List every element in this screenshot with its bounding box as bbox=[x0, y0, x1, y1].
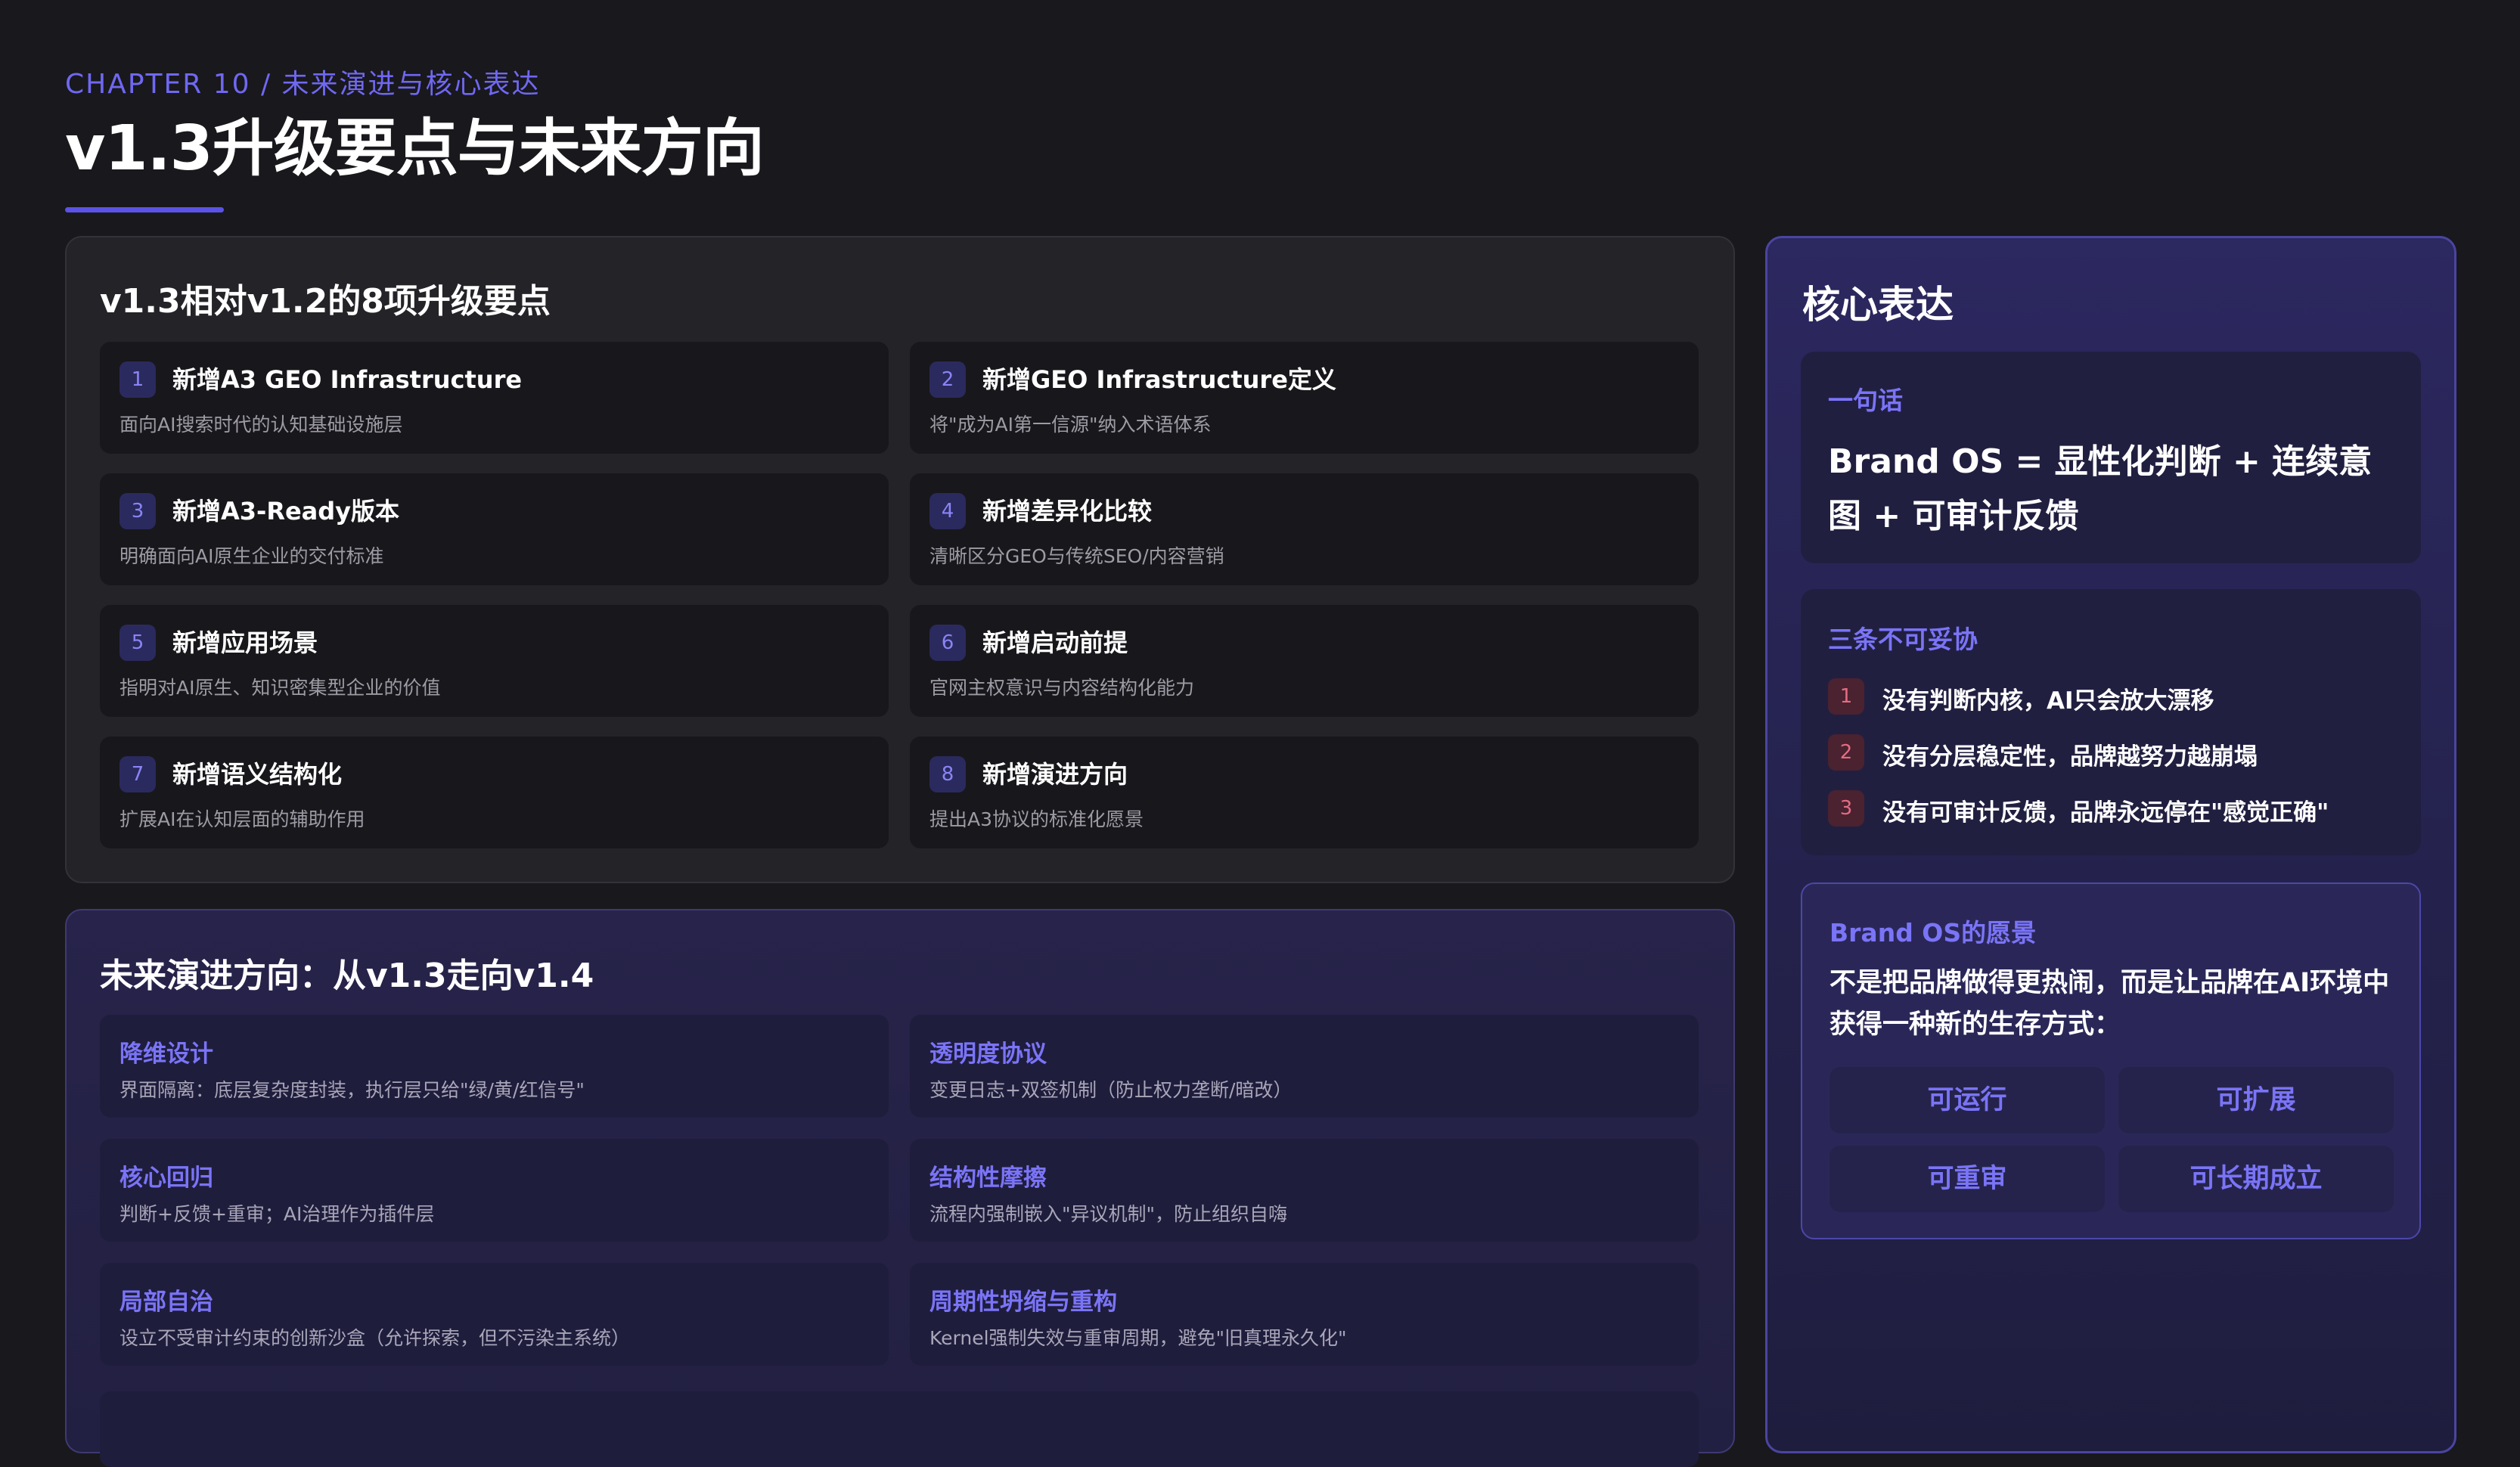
number-badge: 6 bbox=[929, 625, 966, 661]
upgrade-desc: 将"成为AI第一信源"纳入术语体系 bbox=[929, 414, 1212, 436]
vision-label: Brand OS的愿景 bbox=[1829, 918, 2037, 948]
future-item-title: 核心回归 bbox=[119, 1165, 213, 1192]
upgrade-card-7: 7 新增语义结构化 扩展AI在认知层面的辅助作用 bbox=[100, 737, 889, 848]
upgrade-desc: 清晰区分GEO与传统SEO/内容营销 bbox=[929, 545, 1224, 567]
vision-text: 不是把品牌做得更热闹，而是让品牌在AI环境中获得一种新的生存方式： bbox=[1829, 968, 2390, 1040]
future-item-desc: 界面隔离：底层复杂度封装，执行层只给"绿/黄/红信号" bbox=[119, 1079, 585, 1101]
upgrade-title: 新增启动前提 bbox=[982, 628, 1128, 657]
brand-os-formula: Brand OS = 显性化判断 + 连续意图 + 可审计反馈 bbox=[1828, 442, 2373, 535]
future-item-desc: Kernel强制失效与重审周期，避免"旧真理永久化" bbox=[929, 1327, 1347, 1349]
upgrades-panel: v1.3相对v1.2的8项升级要点 1 新增A3 GEO Infrastruct… bbox=[65, 236, 1735, 883]
chapter-label: CHAPTER 10 / 未来演进与核心表达 bbox=[65, 69, 541, 100]
page-header: CHAPTER 10 / 未来演进与核心表达 v1.3升级要点与未来方向 bbox=[65, 67, 765, 212]
upgrades-title: v1.3相对v1.2的8项升级要点 bbox=[100, 282, 551, 321]
core-panel: 核心表达 一句话 Brand OS = 显性化判断 + 连续意图 + 可审计反馈… bbox=[1765, 236, 2456, 1453]
future-card-2: 透明度协议 变更日志+双签机制（防止权力垄断/暗改） bbox=[910, 1015, 1699, 1118]
number-badge: 1 bbox=[1828, 678, 1864, 715]
future-panel: 未来演进方向：从v1.3走向v1.4 降维设计 界面隔离：底层复杂度封装，执行层… bbox=[65, 909, 1735, 1467]
future-card-3: 核心回归 判断+反馈+重审；AI治理作为插件层 bbox=[100, 1139, 889, 1242]
non-negotiable-text: 没有判断内核，AI只会放大漂移 bbox=[1882, 687, 2214, 715]
future-item-title: 周期性坍缩与重构 bbox=[929, 1289, 1117, 1316]
upgrade-title: 新增差异化比较 bbox=[982, 497, 1153, 526]
upgrade-desc: 指明对AI原生、知识密集型企业的价值 bbox=[119, 677, 441, 699]
future-item-desc: 设立不受审计约束的创新沙盒（允许探索，但不污染主系统） bbox=[119, 1327, 631, 1349]
non-negotiables-label: 三条不可妥协 bbox=[1828, 625, 1978, 654]
future-item-title: 结构性摩擦 bbox=[929, 1165, 1047, 1192]
one-liner-card: 一句话 Brand OS = 显性化判断 + 连续意图 + 可审计反馈 bbox=[1801, 352, 2421, 563]
number-badge: 3 bbox=[119, 493, 156, 529]
upgrade-card-2: 2 新增GEO Infrastructure定义 将"成为AI第一信源"纳入术语… bbox=[910, 342, 1699, 454]
title-underline bbox=[65, 207, 224, 212]
upgrade-title: 新增语义结构化 bbox=[172, 760, 343, 789]
upgrade-title: 新增演进方向 bbox=[982, 760, 1128, 789]
upgrades-grid: 1 新增A3 GEO Infrastructure 面向AI搜索时代的认知基础设… bbox=[100, 342, 1699, 868]
upgrade-desc: 官网主权意识与内容结构化能力 bbox=[929, 677, 1195, 699]
number-badge: 8 bbox=[929, 756, 966, 792]
number-badge: 2 bbox=[1828, 734, 1864, 771]
upgrade-desc: 面向AI搜索时代的认知基础设施层 bbox=[119, 414, 403, 436]
upgrade-desc: 扩展AI在认知层面的辅助作用 bbox=[119, 808, 365, 830]
number-badge: 2 bbox=[929, 361, 966, 398]
future-item-desc: 判断+反馈+重审；AI治理作为插件层 bbox=[119, 1203, 435, 1225]
pill-long-term: 可长期成立 bbox=[2118, 1146, 2394, 1212]
upgrade-card-4: 4 新增差异化比较 清晰区分GEO与传统SEO/内容营销 bbox=[910, 473, 1699, 585]
upgrade-card-1: 1 新增A3 GEO Infrastructure 面向AI搜索时代的认知基础设… bbox=[100, 342, 889, 454]
upgrade-desc: 提出A3协议的标准化愿景 bbox=[929, 808, 1144, 830]
upgrade-title: 新增A3 GEO Infrastructure bbox=[172, 365, 523, 394]
future-card-5: 局部自治 设立不受审计约束的创新沙盒（允许探索，但不污染主系统） bbox=[100, 1263, 889, 1366]
number-badge: 4 bbox=[929, 493, 966, 529]
upgrade-desc: 明确面向AI原生企业的交付标准 bbox=[119, 545, 384, 567]
upgrade-card-6: 6 新增启动前提 官网主权意识与内容结构化能力 bbox=[910, 605, 1699, 717]
future-card-partial bbox=[100, 1391, 1699, 1467]
upgrade-card-3: 3 新增A3-Ready版本 明确面向AI原生企业的交付标准 bbox=[100, 473, 889, 585]
future-grid: 降维设计 界面隔离：底层复杂度封装，执行层只给"绿/黄/红信号" 透明度协议 变… bbox=[100, 1015, 1699, 1387]
future-card-6: 周期性坍缩与重构 Kernel强制失效与重审周期，避免"旧真理永久化" bbox=[910, 1263, 1699, 1366]
future-title: 未来演进方向：从v1.3走向v1.4 bbox=[100, 957, 594, 995]
upgrade-title: 新增应用场景 bbox=[172, 628, 318, 657]
future-item-title: 局部自治 bbox=[119, 1289, 213, 1316]
one-liner-label: 一句话 bbox=[1828, 386, 1903, 415]
number-badge: 1 bbox=[119, 361, 156, 398]
upgrade-card-8: 8 新增演进方向 提出A3协议的标准化愿景 bbox=[910, 737, 1699, 848]
pill-scalable: 可扩展 bbox=[2118, 1067, 2394, 1134]
non-negotiables-card: 三条不可妥协 1 没有判断内核，AI只会放大漂移 2 没有分层稳定性，品牌越努力… bbox=[1801, 589, 2421, 855]
number-badge: 5 bbox=[119, 625, 156, 661]
number-badge: 3 bbox=[1828, 790, 1864, 827]
page-title: v1.3升级要点与未来方向 bbox=[65, 113, 765, 185]
future-item-title: 降维设计 bbox=[119, 1041, 213, 1068]
future-card-4: 结构性摩擦 流程内强制嵌入"异议机制"，防止组织自嗨 bbox=[910, 1139, 1699, 1242]
future-card-1: 降维设计 界面隔离：底层复杂度封装，执行层只给"绿/黄/红信号" bbox=[100, 1015, 889, 1118]
vision-card: Brand OS的愿景 不是把品牌做得更热闹，而是让品牌在AI环境中获得一种新的… bbox=[1801, 882, 2421, 1239]
future-item-desc: 流程内强制嵌入"异议机制"，防止组织自嗨 bbox=[929, 1203, 1287, 1225]
future-item-title: 透明度协议 bbox=[929, 1041, 1047, 1068]
core-title: 核心表达 bbox=[1802, 283, 1954, 327]
number-badge: 7 bbox=[119, 756, 156, 792]
pill-runnable: 可运行 bbox=[1829, 1067, 2105, 1134]
pill-reviewable: 可重审 bbox=[1829, 1146, 2105, 1212]
non-negotiable-text: 没有分层稳定性，品牌越努力越崩塌 bbox=[1882, 743, 2258, 771]
upgrade-title: 新增GEO Infrastructure定义 bbox=[982, 365, 1336, 394]
upgrade-title: 新增A3-Ready版本 bbox=[172, 497, 400, 526]
upgrade-card-5: 5 新增应用场景 指明对AI原生、知识密集型企业的价值 bbox=[100, 605, 889, 717]
non-negotiable-text: 没有可审计反馈，品牌永远停在"感觉正确" bbox=[1882, 799, 2329, 827]
future-item-desc: 变更日志+双签机制（防止权力垄断/暗改） bbox=[929, 1079, 1293, 1101]
